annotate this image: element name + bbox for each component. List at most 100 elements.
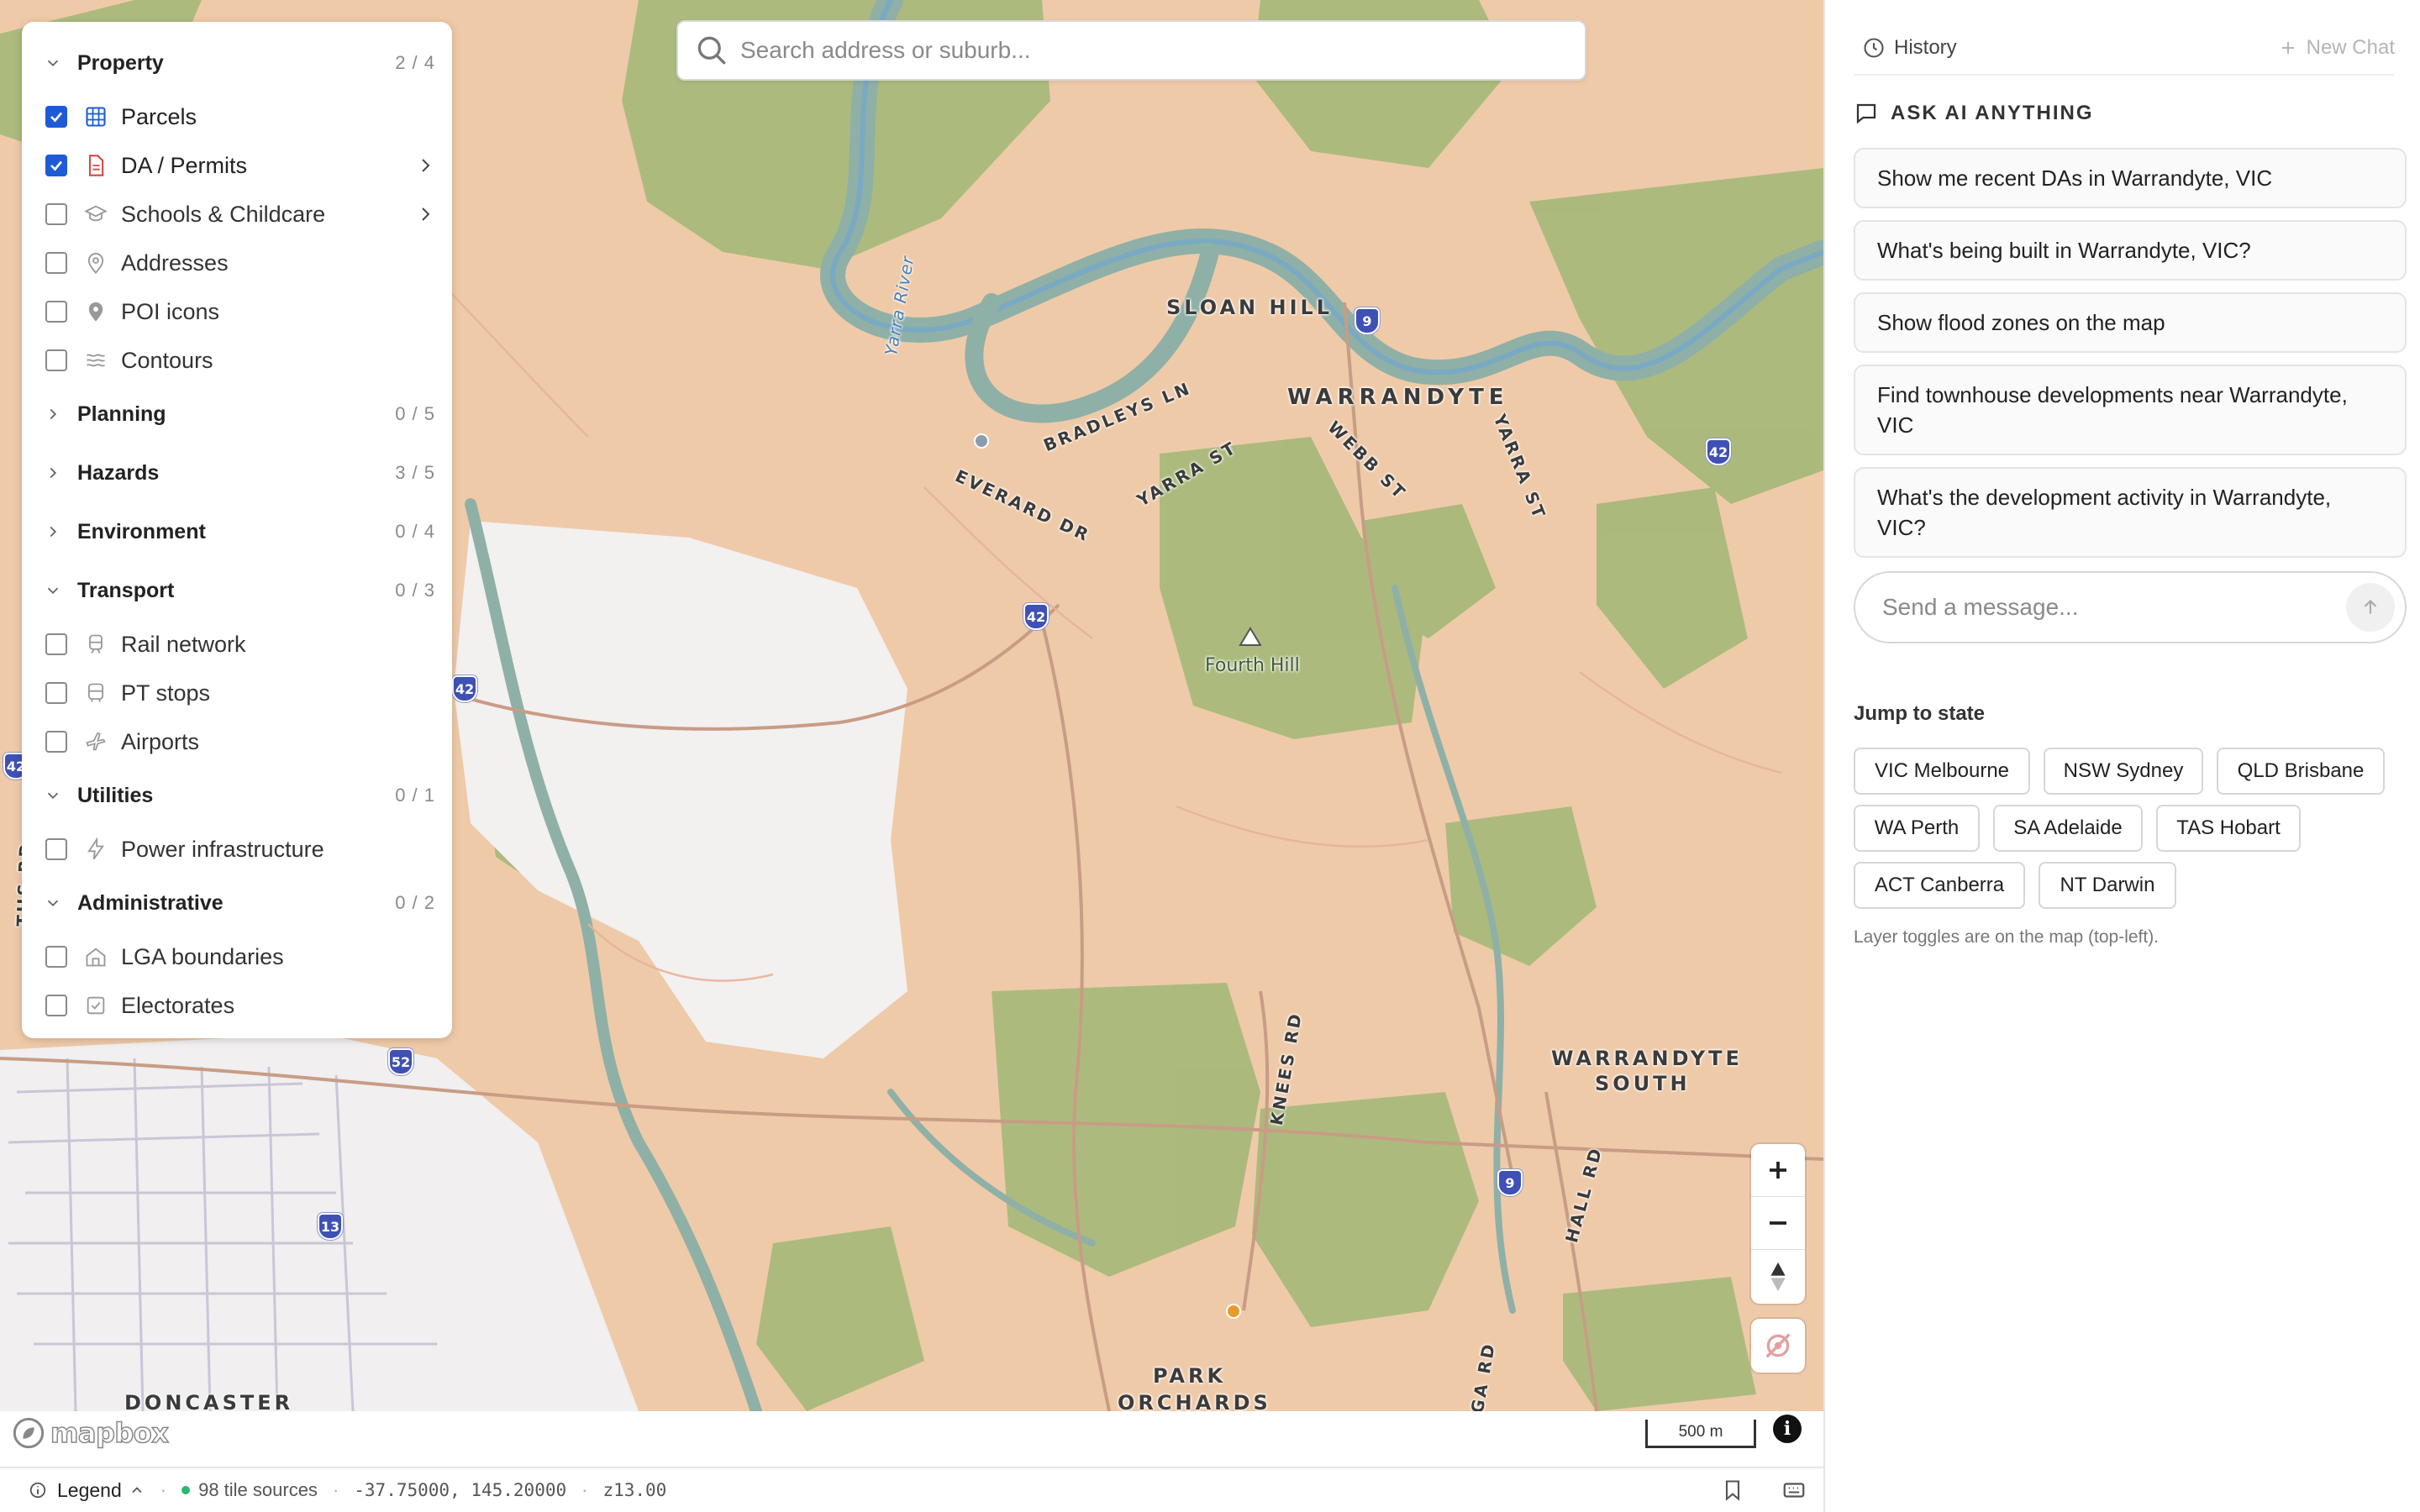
separator: · bbox=[332, 1479, 339, 1500]
layer-group-hazards[interactable]: Hazards 3 / 5 bbox=[22, 444, 452, 502]
layer-checkbox[interactable] bbox=[45, 252, 67, 274]
layer-item-parcels[interactable]: Parcels bbox=[22, 92, 452, 141]
message-input[interactable] bbox=[1882, 594, 2346, 621]
layer-item-power-infrastructure[interactable]: Power infrastructure bbox=[22, 825, 452, 874]
chevron-right-icon[interactable] bbox=[415, 204, 435, 224]
layer-item-schools[interactable]: Schools & Childcare bbox=[22, 190, 452, 239]
status-bar: Legend · 98 tile sources · -37.75000, 14… bbox=[0, 1467, 1825, 1512]
history-label: History bbox=[1894, 36, 1957, 59]
zoom-out-button[interactable] bbox=[1751, 1197, 1805, 1250]
chevron-right-icon bbox=[50, 408, 57, 420]
layer-item-airports[interactable]: Airports bbox=[22, 717, 452, 766]
route-shield-42: 42 bbox=[452, 675, 477, 702]
map-attribution-bar bbox=[0, 1411, 1823, 1467]
layer-label: Parcels bbox=[121, 103, 197, 129]
map-label-park-orchards-2: ORCHARDS bbox=[1118, 1391, 1271, 1411]
building-icon bbox=[86, 948, 106, 967]
layer-checkbox[interactable] bbox=[45, 946, 67, 968]
state-button-vic[interactable]: VIC Melbourne bbox=[1854, 748, 2030, 795]
layer-checkbox[interactable] bbox=[45, 731, 67, 753]
layer-group-planning[interactable]: Planning 0 / 5 bbox=[22, 385, 452, 444]
bookmark-icon[interactable] bbox=[1721, 1478, 1744, 1503]
layer-group-count: 0 / 2 bbox=[395, 892, 435, 913]
keyboard-icon[interactable] bbox=[1781, 1478, 1807, 1503]
layer-group-environment[interactable]: Environment 0 / 4 bbox=[22, 502, 452, 561]
layer-checkbox[interactable] bbox=[45, 155, 67, 176]
layer-item-contours[interactable]: Contours bbox=[22, 336, 452, 385]
document-icon bbox=[88, 155, 104, 176]
map-pin-outline-icon bbox=[87, 253, 104, 275]
layer-label: POI icons bbox=[121, 298, 220, 324]
layer-group-name: Property bbox=[77, 50, 164, 75]
legend-toggle[interactable]: Legend bbox=[29, 1479, 145, 1502]
map-label-fourth-hill: Fourth Hill bbox=[1205, 655, 1300, 676]
route-shield-52: 52 bbox=[388, 1048, 413, 1075]
zoom-in-button[interactable] bbox=[1751, 1144, 1805, 1197]
jump-to-state-heading: Jump to state bbox=[1854, 702, 1986, 725]
layer-checkbox[interactable] bbox=[45, 838, 67, 860]
layer-checkbox[interactable] bbox=[45, 349, 67, 371]
search-icon bbox=[697, 36, 726, 65]
state-button-tas[interactable]: TAS Hobart bbox=[2156, 805, 2301, 852]
layer-group-name: Environment bbox=[77, 519, 206, 543]
layer-group-utilities[interactable]: Utilities 0 / 1 bbox=[22, 766, 452, 825]
state-button-nsw[interactable]: NSW Sydney bbox=[2044, 748, 2203, 795]
layer-checkbox[interactable] bbox=[45, 995, 67, 1016]
info-button[interactable]: i bbox=[1773, 1415, 1802, 1443]
new-chat-button[interactable]: New Chat bbox=[2278, 36, 2395, 60]
suggestion-button[interactable]: Find townhouse developments near Warrand… bbox=[1854, 365, 2407, 455]
mapbox-logo[interactable]: mapbox bbox=[12, 1415, 170, 1452]
history-button[interactable]: History bbox=[1862, 36, 1957, 60]
chevron-right-icon[interactable] bbox=[415, 155, 435, 176]
state-button-act[interactable]: ACT Canberra bbox=[1854, 862, 2025, 909]
compass-icon bbox=[1770, 1262, 1786, 1291]
layer-label: Schools & Childcare bbox=[121, 201, 326, 227]
state-button-wa[interactable]: WA Perth bbox=[1854, 805, 1980, 852]
checkmark-icon bbox=[50, 160, 63, 171]
compass-button[interactable] bbox=[1751, 1250, 1805, 1303]
layer-group-administrative[interactable]: Administrative 0 / 2 bbox=[22, 874, 452, 932]
suggestion-button[interactable]: Show me recent DAs in Warrandyte, VIC bbox=[1854, 148, 2407, 208]
layer-checkbox[interactable] bbox=[45, 106, 67, 128]
arrow-up-icon bbox=[2364, 599, 2377, 614]
ask-ai-heading: ASK AI ANYTHING bbox=[1854, 101, 2094, 126]
suggestion-button[interactable]: What's being built in Warrandyte, VIC? bbox=[1854, 220, 2407, 281]
plus-icon bbox=[2281, 42, 2294, 54]
chevron-down-icon bbox=[47, 792, 59, 800]
layer-group-count: 0 / 3 bbox=[395, 580, 435, 601]
graduation-cap-icon bbox=[84, 205, 108, 222]
layer-group-property[interactable]: Property 2 / 4 bbox=[22, 34, 452, 92]
state-button-nt[interactable]: NT Darwin bbox=[2039, 862, 2176, 909]
map-label-warrandyte-south: WARRANDYTE bbox=[1551, 1047, 1743, 1070]
state-button-sa[interactable]: SA Adelaide bbox=[1993, 805, 2143, 852]
layer-item-rail-network[interactable]: Rail network bbox=[22, 620, 452, 669]
status-dot bbox=[182, 1486, 191, 1494]
geolocate-button[interactable] bbox=[1751, 1319, 1805, 1373]
coordinates-readout: -37.75000, 145.20000 bbox=[354, 1480, 567, 1500]
route-shield-42: 42 bbox=[1706, 438, 1731, 465]
layer-group-name: Utilities bbox=[77, 783, 154, 807]
layer-checkbox[interactable] bbox=[45, 633, 67, 655]
suggestion-button[interactable]: What's the development activity in Warra… bbox=[1854, 467, 2407, 558]
layer-checkbox[interactable] bbox=[45, 203, 67, 225]
layer-item-lga-boundaries[interactable]: LGA boundaries bbox=[22, 932, 452, 981]
suggestion-button[interactable]: Show flood zones on the map bbox=[1854, 292, 2407, 353]
layer-item-pt-stops[interactable]: PT stops bbox=[22, 669, 452, 717]
layer-label: Power infrastructure bbox=[121, 836, 324, 862]
layer-item-da-permits[interactable]: DA / Permits bbox=[22, 141, 452, 190]
layer-label: PT stops bbox=[121, 680, 211, 706]
layer-item-poi-icons[interactable]: POI icons bbox=[22, 287, 452, 336]
layer-item-addresses[interactable]: Addresses bbox=[22, 239, 452, 287]
search-bar[interactable] bbox=[676, 20, 1586, 81]
send-button[interactable] bbox=[2346, 583, 2395, 632]
search-input[interactable] bbox=[740, 37, 1585, 64]
layer-item-electorates[interactable]: Electorates bbox=[22, 981, 452, 1030]
state-button-qld[interactable]: QLD Brisbane bbox=[2217, 748, 2385, 795]
map-label-doncaster: DONCASTER bbox=[124, 1391, 294, 1411]
layer-checkbox[interactable] bbox=[45, 682, 67, 704]
ai-sidebar: History New Chat ASK AI ANYTHING Show me… bbox=[1823, 0, 2420, 1512]
plus-icon bbox=[1770, 1162, 1786, 1179]
layer-group-transport[interactable]: Transport 0 / 3 bbox=[22, 561, 452, 620]
chevron-right-icon bbox=[50, 526, 57, 538]
layer-checkbox[interactable] bbox=[45, 301, 67, 323]
